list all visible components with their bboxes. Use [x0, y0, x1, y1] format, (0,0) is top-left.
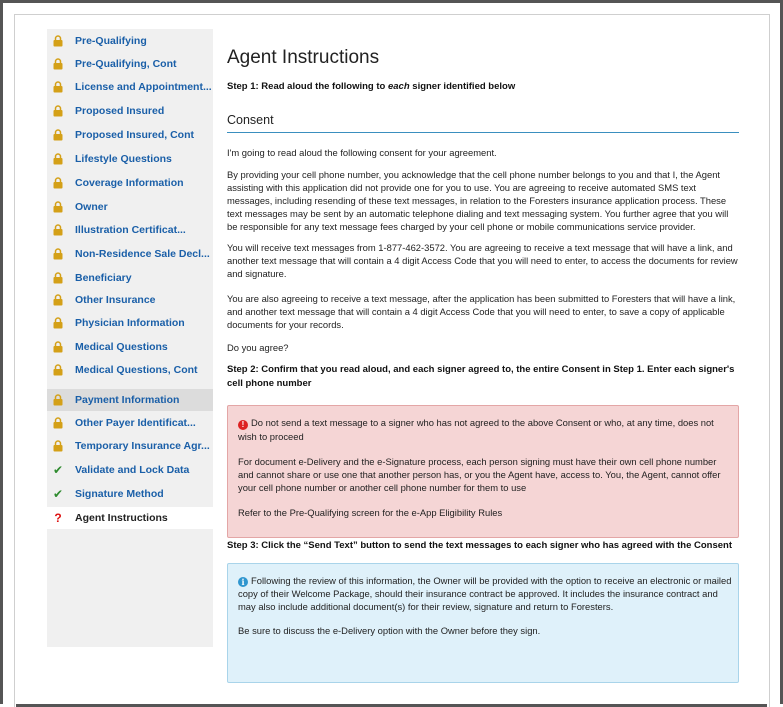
- sidebar-item-label: Proposed Insured, Cont: [75, 129, 195, 141]
- sidebar-item-label: Medical Questions, Cont: [75, 364, 198, 376]
- sidebar-item-label: Temporary Insurance Agr...: [75, 440, 210, 452]
- lock-icon: [52, 34, 64, 48]
- sidebar-item-license-and-appointment[interactable]: License and Appointment...: [47, 76, 213, 98]
- alert-icon: !: [238, 420, 248, 430]
- warning-line-1: ! Do not send a text message to a signer …: [238, 417, 714, 442]
- consent-paragraph-2: By providing your cell phone number, you…: [227, 169, 729, 232]
- step2-text: Step 2: Confirm that you read aloud, and…: [227, 364, 735, 389]
- lock-icon: [52, 293, 64, 307]
- lock-icon: [52, 416, 64, 430]
- consent-paragraph-4: You are also agreeing to receive a text …: [227, 293, 736, 330]
- sidebar-item-non-residence-sale-decl[interactable]: Non-Residence Sale Decl...: [47, 243, 213, 265]
- lock-icon: [52, 104, 64, 118]
- lock-icon: [52, 200, 64, 214]
- lock-icon: [52, 439, 64, 453]
- sidebar-item-physician-information[interactable]: Physician Information: [47, 312, 213, 334]
- consent-paragraph-1: I'm going to read aloud the following co…: [227, 147, 497, 158]
- sidebar-item-lifestyle-questions[interactable]: Lifestyle Questions: [47, 148, 213, 170]
- sidebar-item-pre-qualifying-cont[interactable]: Pre-Qualifying, Cont: [47, 53, 213, 75]
- sidebar-item-other-insurance[interactable]: Other Insurance: [47, 289, 213, 311]
- sidebar-item-validate-and-lock-data[interactable]: ✔ Validate and Lock Data: [47, 459, 213, 481]
- sidebar-item-label: Pre-Qualifying: [75, 35, 147, 47]
- consent-question: Do you agree?: [227, 342, 289, 353]
- lock-icon: [52, 393, 64, 407]
- heading-rule: [227, 132, 739, 133]
- check-icon: ✔: [52, 487, 64, 501]
- lock-icon: [52, 247, 64, 261]
- info-icon: i: [238, 577, 248, 587]
- sidebar-item-label: Other Insurance: [75, 294, 156, 306]
- sidebar-item-label: Lifestyle Questions: [75, 153, 172, 165]
- consent-paragraph-3: You will receive text messages from 1-87…: [227, 242, 738, 279]
- step1-text: Step 1: Read aloud the following to each…: [227, 81, 516, 92]
- sidebar-item-other-payer-identificat[interactable]: Other Payer Identificat...: [47, 412, 213, 434]
- sidebar-item-label: Physician Information: [75, 317, 185, 329]
- sidebar-item-label: Agent Instructions: [75, 512, 168, 524]
- sidebar-item-temporary-insurance-agr[interactable]: Temporary Insurance Agr...: [47, 435, 213, 457]
- lock-icon: [52, 128, 64, 142]
- sidebar-item-label: Signature Method: [75, 488, 164, 500]
- sidebar-item-label: Validate and Lock Data: [75, 464, 190, 476]
- lock-icon: [52, 152, 64, 166]
- sidebar-item-label: Other Payer Identificat...: [75, 417, 196, 429]
- sidebar-item-label: Medical Questions: [75, 341, 168, 353]
- sidebar-item-label: Illustration Certificat...: [75, 224, 186, 236]
- lock-icon: [52, 363, 64, 377]
- check-icon: ✔: [52, 463, 64, 477]
- step3-text: Step 3: Click the “Send Text” button to …: [227, 540, 732, 551]
- sidebar-item-label: Coverage Information: [75, 177, 184, 189]
- warning-alert: ! Do not send a text message to a signer …: [227, 405, 739, 538]
- lock-icon: [52, 316, 64, 330]
- warning-line-2: For document e-Delivery and the e-Signat…: [238, 456, 721, 493]
- sidebar-item-agent-instructions[interactable]: ? Agent Instructions: [47, 507, 213, 529]
- info-line-1: i Following the review of this informatio…: [238, 575, 732, 612]
- sidebar-item-medical-questions[interactable]: Medical Questions: [47, 336, 213, 358]
- info-alert: i Following the review of this informatio…: [227, 563, 739, 683]
- sidebar-item-label: Pre-Qualifying, Cont: [75, 58, 177, 70]
- sidebar-item-label: License and Appointment...: [75, 81, 212, 93]
- sidebar-item-payment-information[interactable]: Payment Information: [47, 389, 213, 411]
- page-title: Agent Instructions: [227, 47, 380, 68]
- sidebar-item-signature-method[interactable]: ✔ Signature Method: [47, 483, 213, 505]
- lock-icon: [52, 340, 64, 354]
- lock-icon: [52, 223, 64, 237]
- sidebar-item-beneficiary[interactable]: Beneficiary: [47, 267, 213, 289]
- sidebar-item-label: Owner: [75, 201, 108, 213]
- sidebar-item-label: Beneficiary: [75, 272, 132, 284]
- lock-icon: [52, 271, 64, 285]
- sidebar-item-illustration-certificat[interactable]: Illustration Certificat...: [47, 219, 213, 241]
- sidebar-item-label: Proposed Insured: [75, 105, 165, 117]
- sidebar-item-owner[interactable]: Owner: [47, 196, 213, 218]
- sidebar-item-coverage-information[interactable]: Coverage Information: [47, 172, 213, 194]
- section-sidebar: Pre-Qualifying Pre-Qualifying, Cont Licens…: [47, 29, 213, 647]
- question-icon: ?: [54, 511, 62, 525]
- info-line-2: Be sure to discuss the e-Delivery option…: [238, 625, 541, 636]
- sidebar-item-proposed-insured-cont[interactable]: Proposed Insured, Cont: [47, 124, 213, 146]
- lock-icon: [52, 176, 64, 190]
- sidebar-item-label: Payment Information: [75, 394, 180, 406]
- sidebar-item-proposed-insured[interactable]: Proposed Insured: [47, 100, 213, 122]
- sidebar-item-medical-questions-cont[interactable]: Medical Questions, Cont: [47, 359, 213, 381]
- lock-icon: [52, 80, 64, 94]
- lock-icon: [52, 57, 64, 71]
- consent-heading: Consent: [227, 113, 274, 127]
- warning-line-3: Refer to the Pre-Qualifying screen for t…: [238, 507, 503, 518]
- sidebar-item-pre-qualifying[interactable]: Pre-Qualifying: [47, 30, 213, 52]
- sidebar-item-label: Non-Residence Sale Decl...: [75, 248, 210, 260]
